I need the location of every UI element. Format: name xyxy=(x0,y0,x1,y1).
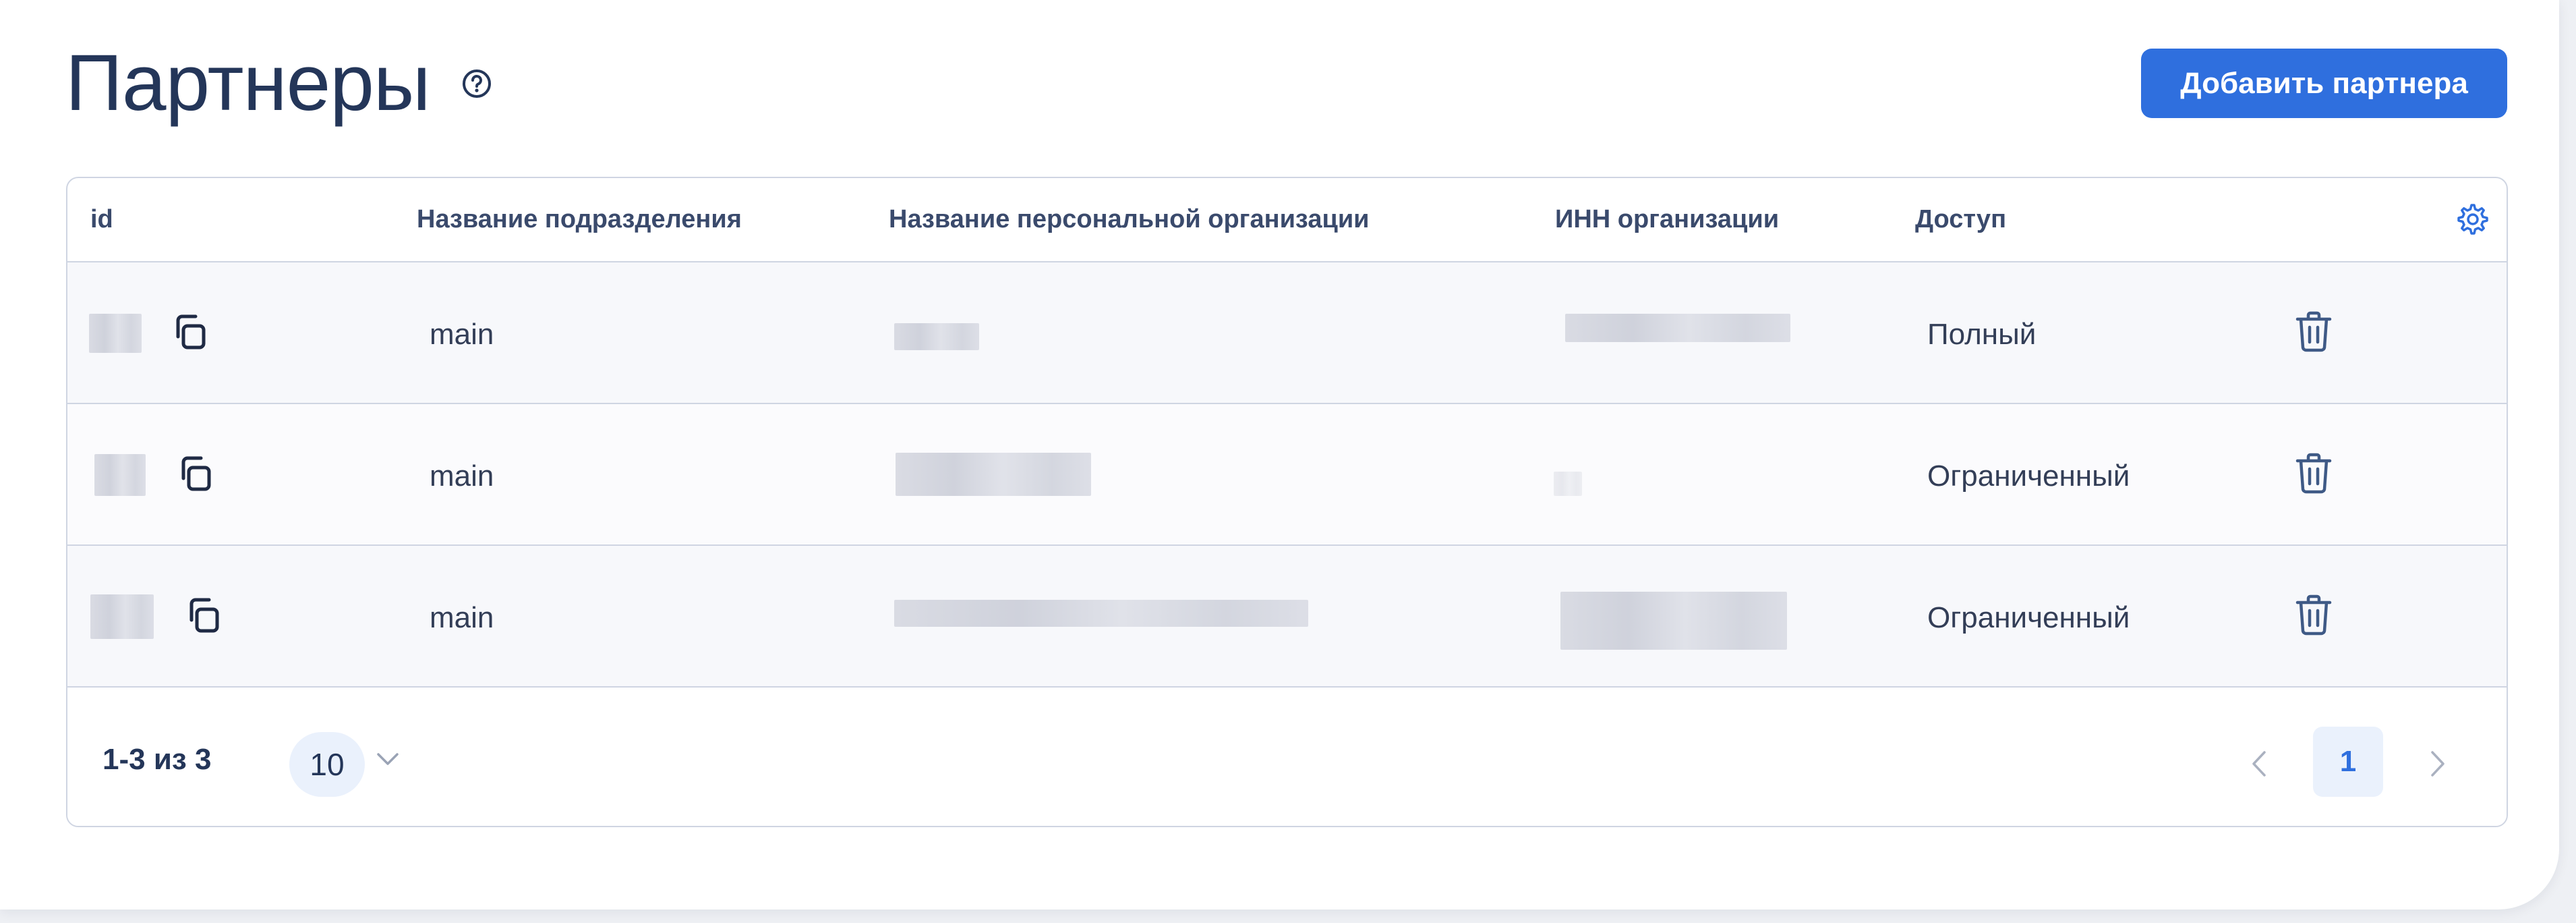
copy-icon[interactable] xyxy=(170,311,213,354)
access-cell: Полный xyxy=(1927,318,2037,351)
column-header-access[interactable]: Доступ xyxy=(1915,204,2006,235)
table-header: id Название подразделения Название персо… xyxy=(67,178,2507,262)
redacted-organization xyxy=(896,453,1091,496)
division-cell: main xyxy=(430,601,494,634)
redacted-inn xyxy=(1560,592,1787,650)
trash-icon[interactable] xyxy=(2295,451,2333,495)
add-partner-button[interactable]: Добавить партнера xyxy=(2141,49,2507,118)
redacted-id xyxy=(94,454,146,496)
access-cell: Ограниченный xyxy=(1927,459,2130,493)
column-header-division[interactable]: Название подразделения xyxy=(417,204,742,235)
copy-icon[interactable] xyxy=(175,453,218,496)
division-cell: main xyxy=(430,459,494,493)
page-button-current[interactable]: 1 xyxy=(2313,727,2383,797)
redacted-id xyxy=(90,594,154,639)
table-row[interactable]: main Ограниченный xyxy=(67,404,2507,546)
access-cell: Ограниченный xyxy=(1927,601,2130,634)
chevron-right-icon[interactable] xyxy=(2424,747,2451,781)
redacted-organization xyxy=(894,600,1308,627)
table-footer: 1-3 из 3 10 1 xyxy=(67,689,2507,826)
page-title: Партнеры xyxy=(65,38,431,128)
settings-gear-icon[interactable] xyxy=(2455,201,2491,237)
trash-icon[interactable] xyxy=(2295,310,2333,353)
table-row[interactable]: main Ограниченный xyxy=(67,546,2507,688)
range-label: 1-3 из 3 xyxy=(103,743,212,776)
partners-card: Партнеры Добавить партнера id Название п… xyxy=(0,0,2559,910)
redacted-id xyxy=(89,314,142,353)
redacted-organization xyxy=(894,323,979,350)
redacted-inn xyxy=(1565,314,1790,342)
help-icon[interactable] xyxy=(461,67,493,100)
chevron-down-icon[interactable] xyxy=(374,746,401,773)
column-header-organization[interactable]: Название персональной организации xyxy=(889,204,1370,235)
partners-table: id Название подразделения Название персо… xyxy=(66,177,2508,827)
page-size-select[interactable]: 10 xyxy=(289,732,365,797)
table-row[interactable]: main Полный xyxy=(67,262,2507,404)
copy-icon[interactable] xyxy=(183,594,227,638)
trash-icon[interactable] xyxy=(2295,593,2333,636)
chevron-left-icon[interactable] xyxy=(2246,747,2273,781)
division-cell: main xyxy=(430,318,494,351)
column-header-id[interactable]: id xyxy=(90,204,113,235)
redacted-inn xyxy=(1554,472,1582,496)
column-header-inn[interactable]: ИНН организации xyxy=(1555,204,1779,235)
